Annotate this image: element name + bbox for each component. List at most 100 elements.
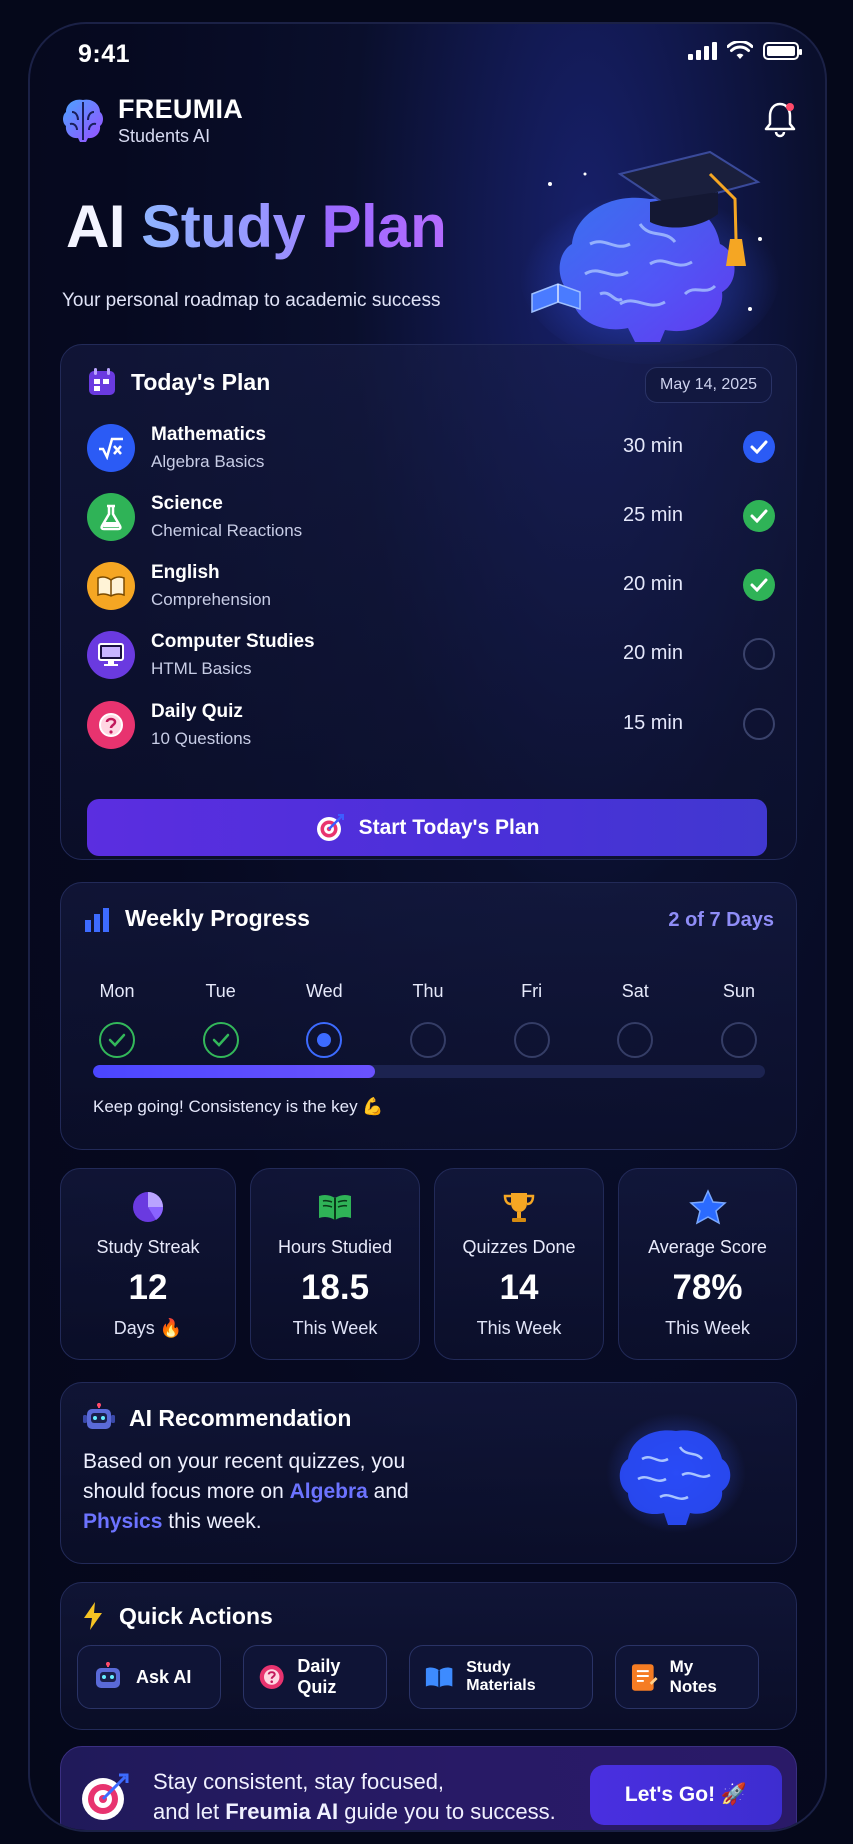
stat-card-study-streak[interactable]: Study Streak 12 Days 🔥 xyxy=(60,1168,236,1360)
pending-checkbox[interactable] xyxy=(743,708,775,740)
subject-duration: 25 min xyxy=(622,504,683,526)
status-time: 9:41 xyxy=(78,40,131,68)
motivation-line-1: Stay consistent, stay focused, xyxy=(153,1769,445,1794)
day-item[interactable]: Tue xyxy=(187,981,255,1058)
motivation-message: Keep going! Consistency is the key 💪 xyxy=(93,1097,384,1116)
question-icon xyxy=(87,701,135,749)
ask-ai-button[interactable]: Ask AI xyxy=(77,1645,221,1709)
reco-highlight-subject[interactable]: Algebra xyxy=(290,1480,368,1503)
day-status-done xyxy=(202,1022,239,1058)
day-status-current xyxy=(306,1022,343,1058)
pie-chart-icon xyxy=(128,1187,168,1227)
daily-quiz-button[interactable]: Daily Quiz xyxy=(243,1645,387,1709)
day-status-pending xyxy=(617,1022,654,1058)
study-materials-label: Study Materials xyxy=(466,1659,536,1694)
pending-checkbox[interactable] xyxy=(743,638,775,670)
day-item[interactable]: Sun xyxy=(705,981,773,1058)
day-item[interactable]: Wed xyxy=(290,981,358,1058)
subject-name: Science xyxy=(151,493,223,514)
phone-screen: 9:41 FREUMIA Students AI AI Study Plan Y… xyxy=(28,22,827,1832)
subject-topic: Chemical Reactions xyxy=(151,521,303,540)
ai-recommendation-text: Based on your recent quizzes, you should… xyxy=(83,1447,463,1537)
subject-duration: 15 min xyxy=(622,712,683,734)
completed-checkbox[interactable] xyxy=(743,569,775,601)
subject-topic: 10 Questions xyxy=(151,729,252,748)
check-icon xyxy=(750,578,768,592)
book-icon xyxy=(87,562,135,610)
stat-label: Hours Studied xyxy=(277,1237,393,1257)
day-label: Sat xyxy=(621,981,649,1001)
motivation-brand: Freumia AI xyxy=(225,1799,339,1824)
weekly-progress-fill xyxy=(93,1065,376,1078)
plan-item[interactable]: Mathematics Algebra Basics 30 min xyxy=(87,421,777,477)
subject-topic: HTML Basics xyxy=(151,659,252,678)
target-icon xyxy=(82,1773,129,1820)
day-status-pending xyxy=(720,1022,757,1058)
subject-name: English xyxy=(151,562,220,583)
day-item[interactable]: Sat xyxy=(601,981,669,1058)
title-word-ai: AI xyxy=(66,193,126,260)
day-label: Wed xyxy=(305,981,343,1001)
stat-card-average-score[interactable]: Average Score 78% This Week xyxy=(618,1168,797,1360)
stat-label: Study Streak xyxy=(96,1237,200,1257)
subject-duration: 20 min xyxy=(622,573,683,595)
stat-sub: Days 🔥 xyxy=(113,1318,183,1338)
brand-name: FREUMIA xyxy=(118,94,244,124)
weekly-progress-summary: 2 of 7 Days xyxy=(668,909,774,931)
target-icon xyxy=(316,813,344,841)
day-tracker: Mon Tue Wed Thu Fri Sat Sun xyxy=(83,981,773,1058)
brain-graduation-illustration xyxy=(520,150,780,364)
flask-icon xyxy=(87,493,135,541)
check-icon xyxy=(108,1033,126,1047)
brain-logo-icon xyxy=(63,99,103,142)
reco-highlight-subject[interactable]: Physics xyxy=(83,1510,162,1533)
start-plan-button[interactable]: Start Today's Plan xyxy=(87,799,767,856)
quick-actions-row: Ask AI Daily Quiz Study Materials My Not… xyxy=(77,1645,759,1709)
trophy-icon xyxy=(499,1187,539,1227)
subject-name: Mathematics xyxy=(151,424,267,445)
subject-name: Daily Quiz xyxy=(151,701,243,722)
plan-item[interactable]: English Comprehension 20 min xyxy=(87,559,777,615)
day-label: Mon xyxy=(99,981,135,1001)
day-label: Thu xyxy=(412,981,444,1001)
day-item[interactable]: Fri xyxy=(498,981,566,1058)
page-title: AI Study Plan xyxy=(66,192,447,261)
stat-value: 78% xyxy=(672,1268,743,1307)
subject-topic: Comprehension xyxy=(151,590,272,609)
completed-checkbox[interactable] xyxy=(743,500,775,532)
ai-recommendation-title: AI Recommendation xyxy=(129,1404,352,1431)
motivation-text-part: guide you to success. xyxy=(344,1799,556,1824)
day-item[interactable]: Mon xyxy=(83,981,151,1058)
book-icon xyxy=(425,1667,453,1688)
brand-subtitle: Students AI xyxy=(118,126,211,146)
stat-card-quizzes-done[interactable]: Quizzes Done 14 This Week xyxy=(434,1168,604,1360)
brain-icon xyxy=(606,1413,746,1533)
lets-go-button[interactable]: Let's Go! 🚀 xyxy=(590,1765,782,1825)
motivation-text: Stay consistent, stay focused, and let F… xyxy=(153,1767,556,1827)
plan-item[interactable]: Daily Quiz 10 Questions 15 min xyxy=(87,698,777,754)
plan-item[interactable]: Computer Studies HTML Basics 20 min xyxy=(87,628,777,684)
motivation-text-part: and let xyxy=(153,1799,220,1824)
day-label: Sun xyxy=(722,981,755,1001)
my-notes-button[interactable]: My Notes xyxy=(615,1645,759,1709)
study-materials-button[interactable]: Study Materials xyxy=(409,1645,593,1709)
my-notes-label: My Notes xyxy=(669,1657,717,1696)
notification-button[interactable] xyxy=(763,100,797,143)
status-icons xyxy=(688,41,802,61)
plan-item[interactable]: Science Chemical Reactions 25 min xyxy=(87,490,777,546)
completed-checkbox[interactable] xyxy=(743,431,775,463)
subject-topic: Algebra Basics xyxy=(151,452,265,471)
day-item[interactable]: Thu xyxy=(394,981,462,1058)
stat-label: Average Score xyxy=(648,1237,767,1257)
day-status-done xyxy=(99,1022,135,1058)
robot-icon xyxy=(96,1662,120,1688)
ai-recommendation-card[interactable]: AI Recommendation Based on your recent q… xyxy=(60,1382,797,1564)
date-badge[interactable]: May 14, 2025 xyxy=(645,367,772,403)
page-subtitle: Your personal roadmap to academic succes… xyxy=(62,290,441,311)
todays-plan-card: Today's Plan May 14, 2025 Mathematics Al… xyxy=(60,344,797,860)
todays-plan-title: Today's Plan xyxy=(131,368,271,395)
stat-card-hours-studied[interactable]: Hours Studied 18.5 This Week xyxy=(250,1168,420,1360)
ask-ai-label: Ask AI xyxy=(136,1666,192,1687)
lets-go-label: Let's Go! 🚀 xyxy=(624,1783,748,1806)
stat-label: Quizzes Done xyxy=(462,1237,576,1257)
